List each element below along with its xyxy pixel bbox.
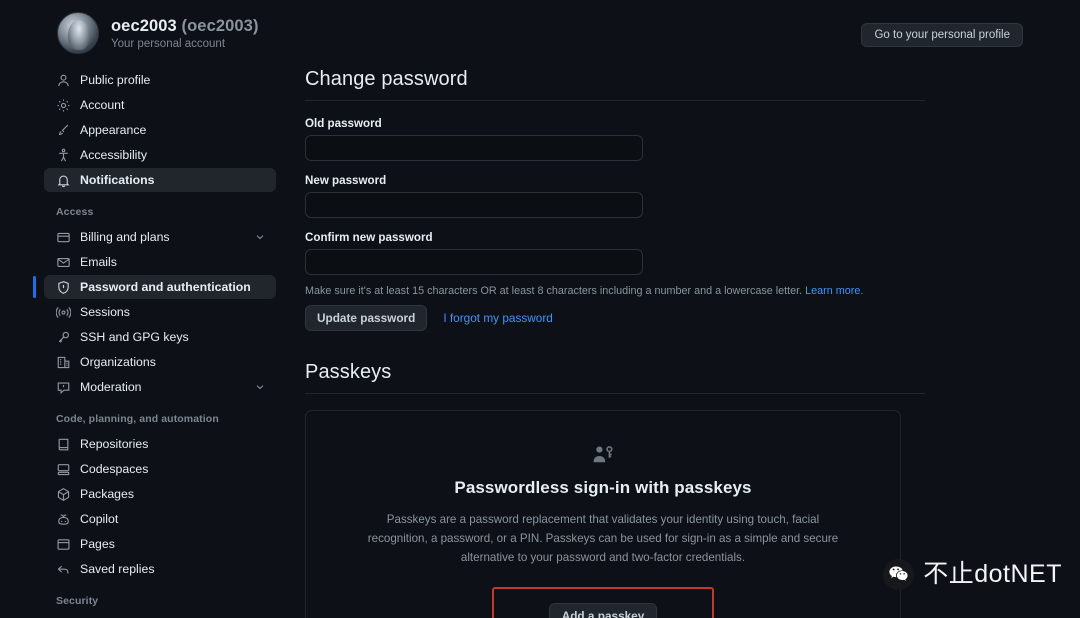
- sidebar-item-label: Packages: [80, 487, 135, 501]
- shield-icon: [56, 280, 71, 295]
- sidebar-section-access: Access: [56, 206, 94, 218]
- forgot-password-link[interactable]: I forgot my password: [443, 311, 553, 325]
- sidebar-item-label: Copilot: [80, 512, 119, 526]
- new-password-input[interactable]: [305, 192, 643, 218]
- sidebar-item-public-profile[interactable]: Public profile: [44, 68, 276, 92]
- sidebar-item-label: Saved replies: [80, 562, 155, 576]
- sidebar-item-label: Notifications: [80, 173, 155, 187]
- account-handle: (oec2003): [181, 16, 259, 35]
- sidebar-item-label: Password and authentication: [80, 280, 251, 294]
- sidebar-item-organizations[interactable]: Organizations: [44, 350, 276, 374]
- mail-icon: [56, 255, 71, 270]
- learn-more-link[interactable]: Learn more.: [805, 285, 863, 297]
- browser-icon: [56, 537, 71, 552]
- old-password-label: Old password: [305, 117, 382, 130]
- sidebar-item-billing-and-plans[interactable]: Billing and plans: [44, 225, 276, 249]
- reply-icon: [56, 562, 71, 577]
- sidebar-item-moderation[interactable]: Moderation: [44, 375, 276, 399]
- account-username: oec2003: [111, 16, 177, 35]
- bell-icon: [56, 173, 71, 188]
- account-name: oec2003 (oec2003): [111, 16, 259, 37]
- sidebar-item-label: Emails: [80, 255, 117, 269]
- organization-icon: [56, 355, 71, 370]
- codespaces-icon: [56, 462, 71, 477]
- gear-icon: [56, 98, 71, 113]
- sidebar-item-notifications[interactable]: Notifications: [44, 168, 276, 192]
- sidebar-item-packages[interactable]: Packages: [44, 482, 276, 506]
- package-icon: [56, 487, 71, 502]
- sidebar-item-label: Public profile: [80, 73, 151, 87]
- passkeys-card-title: Passwordless sign-in with passkeys: [454, 478, 752, 497]
- old-password-input[interactable]: [305, 135, 643, 161]
- sidebar-item-label: Pages: [80, 537, 115, 551]
- sidebar-item-pages[interactable]: Pages: [44, 532, 276, 556]
- broadcast-icon: [56, 305, 71, 320]
- account-subtitle: Your personal account: [111, 38, 226, 51]
- paintbrush-icon: [56, 123, 71, 138]
- sidebar-item-sessions[interactable]: Sessions: [44, 300, 276, 324]
- update-password-button[interactable]: Update password: [305, 305, 428, 331]
- sidebar-item-label: Moderation: [80, 380, 142, 394]
- report-icon: [56, 380, 71, 395]
- password-actions: Update password I forgot my password: [305, 305, 925, 331]
- avatar[interactable]: [57, 12, 99, 54]
- account-identity: oec2003 (oec2003) Your personal account: [57, 12, 259, 54]
- watermark: 不止dotNET: [883, 559, 1062, 590]
- sidebar-item-label: Account: [80, 98, 125, 112]
- watermark-text: 不止dotNET: [923, 560, 1062, 588]
- sidebar-item-password-and-authentication[interactable]: Password and authentication: [33, 275, 276, 299]
- wechat-icon: [883, 559, 915, 590]
- passkeys-card-body: Passkeys are a password replacement that…: [367, 513, 839, 564]
- go-to-personal-profile-button[interactable]: Go to your personal profile: [861, 23, 1023, 47]
- repo-icon: [56, 437, 71, 452]
- sidebar-item-saved-replies[interactable]: Saved replies: [44, 557, 276, 581]
- credit-card-icon: [56, 230, 71, 245]
- sidebar-item-label: Billing and plans: [80, 230, 170, 244]
- passkeys-heading: Passkeys: [305, 361, 925, 394]
- sidebar-item-label: Sessions: [80, 305, 130, 319]
- sidebar-item-repositories[interactable]: Repositories: [44, 432, 276, 456]
- password-hint-text: Make sure it's at least 15 characters OR…: [305, 285, 803, 297]
- person-key-icon: [330, 443, 876, 467]
- sidebar-item-accessibility[interactable]: Accessibility: [44, 143, 276, 167]
- key-icon: [56, 330, 71, 345]
- confirm-password-input[interactable]: [305, 249, 643, 275]
- sidebar-item-ssh-and-gpg-keys[interactable]: SSH and GPG keys: [44, 325, 276, 349]
- sidebar-item-appearance[interactable]: Appearance: [44, 118, 276, 142]
- sidebar-item-label: Appearance: [80, 123, 147, 137]
- passkeys-empty-card: Passwordless sign-in with passkeys Passk…: [305, 410, 901, 618]
- chevron-down-icon[interactable]: [254, 381, 266, 393]
- sidebar-item-label: Repositories: [80, 437, 149, 451]
- copilot-icon: [56, 512, 71, 527]
- add-passkey-highlight: Add a passkey: [491, 587, 715, 618]
- add-a-passkey-button[interactable]: Add a passkey: [548, 603, 658, 618]
- settings-sidebar: Public profile Account Appearance Access…: [33, 68, 276, 614]
- sidebar-item-label: Accessibility: [80, 148, 147, 162]
- confirm-password-label: Confirm new password: [305, 231, 433, 244]
- sidebar-item-label: Organizations: [80, 355, 156, 369]
- sidebar-item-copilot[interactable]: Copilot: [44, 507, 276, 531]
- sidebar-section-security: Security: [56, 595, 99, 607]
- sidebar-item-label: Codespaces: [80, 462, 149, 476]
- sidebar-section-code-planning-automation: Code, planning, and automation: [56, 413, 219, 425]
- sidebar-item-codespaces[interactable]: Codespaces: [44, 457, 276, 481]
- person-icon: [56, 73, 71, 88]
- sidebar-item-label: SSH and GPG keys: [80, 330, 189, 344]
- password-hint: Make sure it's at least 15 characters OR…: [305, 285, 925, 297]
- sidebar-item-emails[interactable]: Emails: [44, 250, 276, 274]
- accessibility-icon: [56, 148, 71, 163]
- main-content: Change password Old password New passwor…: [305, 68, 925, 618]
- page-header: oec2003 (oec2003) Your personal account …: [0, 0, 1080, 62]
- chevron-down-icon[interactable]: [254, 231, 266, 243]
- sidebar-item-account[interactable]: Account: [44, 93, 276, 117]
- new-password-label: New password: [305, 174, 387, 187]
- change-password-heading: Change password: [305, 68, 925, 101]
- settings-page: oec2003 (oec2003) Your personal account …: [0, 0, 1080, 618]
